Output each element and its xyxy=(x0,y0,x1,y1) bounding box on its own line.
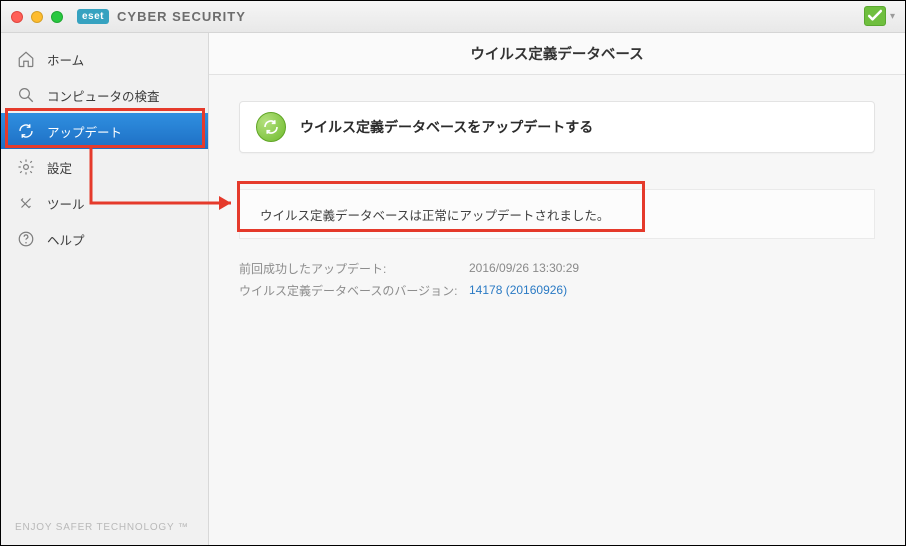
update-button[interactable]: ウイルス定義データベースをアップデートする xyxy=(239,101,875,153)
refresh-icon xyxy=(17,122,35,140)
maximize-icon[interactable] xyxy=(51,11,63,23)
close-icon[interactable] xyxy=(11,11,23,23)
home-icon xyxy=(17,50,35,68)
content: ホーム コンピュータの検査 アップデート xyxy=(1,33,905,545)
minimize-icon[interactable] xyxy=(31,11,43,23)
help-icon xyxy=(17,230,35,248)
brand-badge: eset xyxy=(77,9,109,24)
app-window: eset CYBER SECURITY ▾ ホーム xyxy=(0,0,906,546)
sidebar-item-label: ツール xyxy=(47,194,85,213)
brand-title: CYBER SECURITY xyxy=(117,9,246,24)
sidebar-item-tools[interactable]: ツール xyxy=(1,185,208,221)
last-success-label: 前回成功したアップデート: xyxy=(239,260,469,277)
search-icon xyxy=(17,86,35,104)
status-indicator[interactable]: ▾ xyxy=(864,6,895,26)
status-message-text: ウイルス定義データベースは正常にアップデートされました。 xyxy=(260,205,609,224)
page-title: ウイルス定義データベース xyxy=(209,33,905,75)
db-version-label: ウイルス定義データベースのバージョン: xyxy=(239,282,469,299)
footer-tagline: ENJOY SAFER TECHNOLOGY ™ xyxy=(15,522,189,533)
sidebar-item-label: 設定 xyxy=(47,158,72,177)
main-panel: ウイルス定義データベース ウイルス定義データベースをアップデートする ウイルス定… xyxy=(209,33,905,545)
shield-check-icon xyxy=(864,6,886,26)
status-message: ウイルス定義データベースは正常にアップデートされました。 xyxy=(239,189,875,239)
chevron-down-icon: ▾ xyxy=(890,11,895,22)
tools-icon xyxy=(17,194,35,212)
brand: eset CYBER SECURITY xyxy=(77,9,246,24)
db-version-link[interactable]: 14178 (20160926) xyxy=(469,283,567,297)
gear-icon xyxy=(17,158,35,176)
titlebar: eset CYBER SECURITY ▾ xyxy=(1,1,905,33)
update-button-label: ウイルス定義データベースをアップデートする xyxy=(300,117,593,137)
nav-list: ホーム コンピュータの検査 アップデート xyxy=(1,33,208,257)
window-controls xyxy=(11,10,63,23)
sidebar: ホーム コンピュータの検査 アップデート xyxy=(1,33,209,545)
last-success-value: 2016/09/26 13:30:29 xyxy=(469,261,579,275)
main-body: ウイルス定義データベースをアップデートする ウイルス定義データベースは正常にアッ… xyxy=(209,75,905,321)
sidebar-item-update[interactable]: アップデート xyxy=(1,113,208,149)
sidebar-item-help[interactable]: ヘルプ xyxy=(1,221,208,257)
sidebar-item-settings[interactable]: 設定 xyxy=(1,149,208,185)
sidebar-item-label: ヘルプ xyxy=(47,230,85,249)
info-row-db-version: ウイルス定義データベースのバージョン: 14178 (20160926) xyxy=(239,279,875,301)
sidebar-item-home[interactable]: ホーム xyxy=(1,41,208,77)
sidebar-item-label: コンピュータの検査 xyxy=(47,86,160,105)
sidebar-item-scan[interactable]: コンピュータの検査 xyxy=(1,77,208,113)
info-section: 前回成功したアップデート: 2016/09/26 13:30:29 ウイルス定義… xyxy=(239,257,875,301)
sidebar-item-label: アップデート xyxy=(47,122,122,141)
info-row-last-success: 前回成功したアップデート: 2016/09/26 13:30:29 xyxy=(239,257,875,279)
update-refresh-icon xyxy=(256,112,286,142)
sidebar-item-label: ホーム xyxy=(47,50,84,69)
